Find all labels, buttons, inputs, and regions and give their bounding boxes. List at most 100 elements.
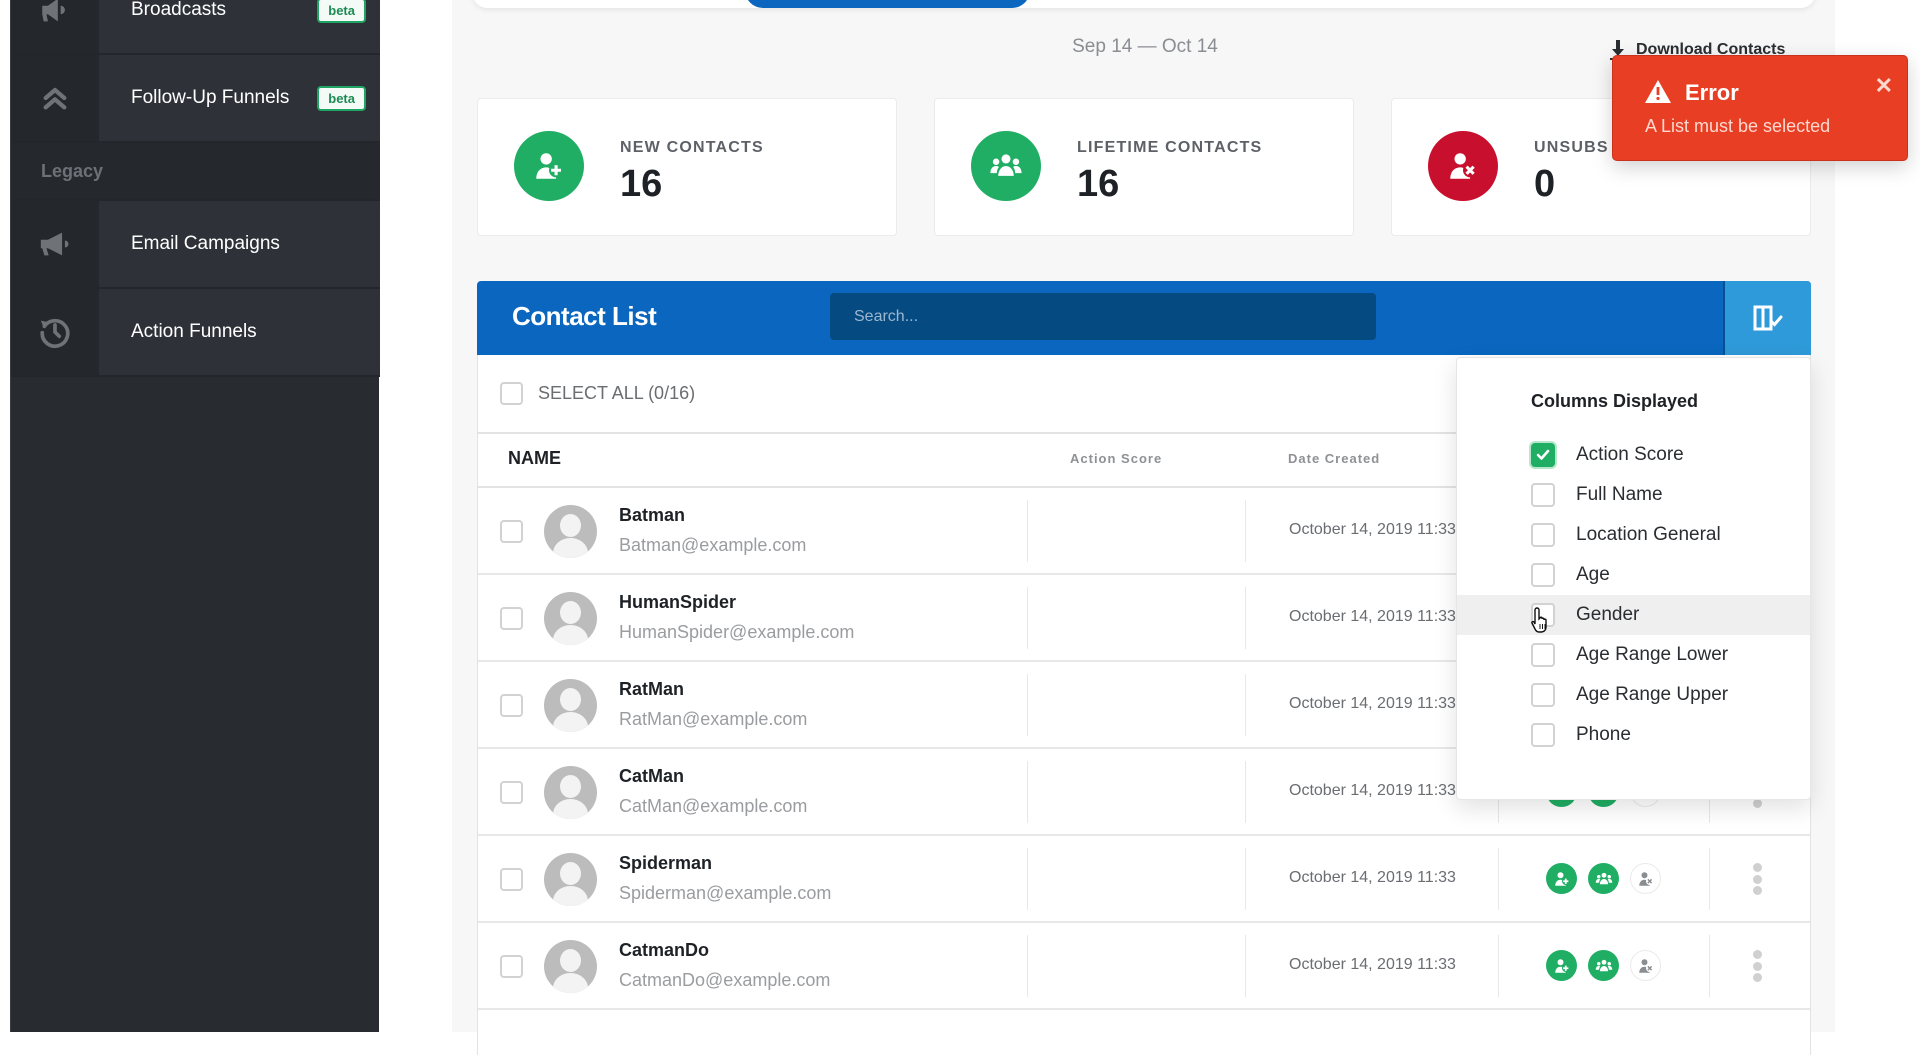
column-option-label: Age Range Upper bbox=[1576, 684, 1729, 705]
more-options-icon[interactable] bbox=[1752, 950, 1762, 982]
stat-value: 16 bbox=[1077, 163, 1120, 205]
column-divider bbox=[1027, 674, 1028, 736]
user-plus-icon bbox=[514, 131, 584, 201]
toast-title: Error bbox=[1685, 80, 1739, 105]
active-tab[interactable] bbox=[745, 0, 1030, 8]
column-option[interactable]: Phone bbox=[1457, 715, 1810, 755]
column-checkbox[interactable] bbox=[1531, 643, 1555, 667]
column-option-label: Action Score bbox=[1576, 444, 1684, 465]
sidebar-item-label: Email Campaigns bbox=[131, 233, 280, 254]
column-divider bbox=[1027, 587, 1028, 649]
date-created: October 14, 2019 11:33 bbox=[1289, 521, 1456, 538]
column-checkbox[interactable] bbox=[1531, 483, 1555, 507]
column-option-label: Location General bbox=[1576, 524, 1721, 545]
row-checkbox[interactable] bbox=[500, 955, 523, 978]
column-checkbox-checked[interactable] bbox=[1531, 443, 1555, 467]
close-icon[interactable]: ✕ bbox=[1875, 73, 1893, 99]
beta-badge: beta bbox=[317, 0, 366, 23]
toast-message: A List must be selected bbox=[1645, 116, 1831, 136]
users-icon bbox=[971, 131, 1041, 201]
contact-name[interactable]: RatMan bbox=[619, 679, 684, 700]
contact-email: Batman@example.com bbox=[619, 535, 807, 555]
table-row[interactable]: CatmanDo CatmanDo@example.com October 14, … bbox=[478, 923, 1810, 1010]
column-option[interactable]: Action Score bbox=[1457, 435, 1810, 475]
column-option[interactable]: Location General bbox=[1457, 515, 1810, 555]
row-checkbox[interactable] bbox=[500, 520, 523, 543]
contact-name[interactable]: Spiderman bbox=[619, 853, 712, 874]
sidebar-item-email-campaigns[interactable]: Email Campaigns bbox=[11, 201, 380, 289]
contact-email: RatMan@example.com bbox=[619, 709, 808, 729]
select-all-label: SELECT ALL (0/16) bbox=[538, 383, 696, 403]
column-checkbox[interactable] bbox=[1531, 563, 1555, 587]
contact-name[interactable]: CatmanDo bbox=[619, 940, 709, 961]
stat-card-new-contacts: NEW CONTACTS 16 bbox=[477, 98, 897, 236]
columns-toggle-button[interactable] bbox=[1723, 281, 1811, 355]
column-option[interactable]: Age bbox=[1457, 555, 1810, 595]
beta-badge: beta bbox=[317, 85, 366, 111]
column-checkbox[interactable] bbox=[1531, 523, 1555, 547]
warning-icon bbox=[1645, 80, 1671, 103]
column-divider bbox=[1709, 848, 1710, 910]
column-divider bbox=[1245, 674, 1246, 736]
column-divider bbox=[1027, 848, 1028, 910]
more-options-icon[interactable] bbox=[1752, 863, 1762, 895]
user-x-icon bbox=[1428, 131, 1498, 201]
column-divider bbox=[1027, 761, 1028, 823]
sidebar-item-broadcasts[interactable]: Broadcasts beta bbox=[11, 0, 380, 55]
avatar bbox=[544, 853, 597, 906]
contact-email: CatMan@example.com bbox=[619, 796, 808, 816]
row-checkbox[interactable] bbox=[500, 607, 523, 630]
column-header-name[interactable]: NAME bbox=[508, 448, 561, 469]
date-created: October 14, 2019 11:33 bbox=[1289, 956, 1456, 973]
bullhorn-icon bbox=[11, 0, 99, 53]
stat-label: NEW CONTACTS bbox=[620, 139, 764, 156]
column-header-action-score[interactable]: Action Score bbox=[1070, 451, 1162, 466]
contact-search-input[interactable] bbox=[830, 293, 1376, 340]
sidebar-section-legacy: Legacy bbox=[11, 143, 380, 201]
contact-email: HumanSpider@example.com bbox=[619, 622, 855, 642]
contact-name[interactable]: Batman bbox=[619, 505, 685, 526]
error-toast: Error A List must be selected ✕ bbox=[1612, 55, 1908, 161]
date-range: Sep 14 — Oct 14 bbox=[1072, 36, 1218, 57]
column-option-label: Gender bbox=[1576, 604, 1640, 625]
row-checkbox[interactable] bbox=[500, 694, 523, 717]
avatar bbox=[544, 592, 597, 645]
new-contact-badge-icon bbox=[1546, 950, 1577, 981]
column-option[interactable]: Age Range Upper bbox=[1457, 675, 1810, 715]
column-option[interactable]: Full Name bbox=[1457, 475, 1810, 515]
megaphone-icon bbox=[11, 201, 99, 287]
column-divider bbox=[1027, 500, 1028, 562]
column-checkbox[interactable] bbox=[1531, 683, 1555, 707]
history-icon bbox=[11, 289, 99, 375]
date-created: October 14, 2019 11:33 bbox=[1289, 608, 1456, 625]
unsubscribed-badge-icon bbox=[1630, 863, 1661, 894]
column-option-label: Phone bbox=[1576, 724, 1631, 745]
table-row[interactable]: Spiderman Spiderman@example.com October 14… bbox=[478, 836, 1810, 923]
contact-list-title: Contact List bbox=[512, 301, 657, 331]
avatar bbox=[544, 766, 597, 819]
column-option[interactable]: Gender bbox=[1457, 595, 1810, 635]
stat-label: LIFETIME CONTACTS bbox=[1077, 139, 1263, 156]
column-divider bbox=[1245, 761, 1246, 823]
row-checkbox[interactable] bbox=[500, 868, 523, 891]
column-checkbox[interactable] bbox=[1531, 723, 1555, 747]
contact-email: CatmanDo@example.com bbox=[619, 970, 831, 990]
stat-label: UNSUBS bbox=[1534, 139, 1609, 156]
avatar bbox=[544, 679, 597, 732]
sidebar-item-follow-up-funnels[interactable]: Follow-Up Funnels beta bbox=[11, 55, 380, 143]
avatar bbox=[544, 940, 597, 993]
column-option[interactable]: Age Range Lower bbox=[1457, 635, 1810, 675]
contact-name[interactable]: CatMan bbox=[619, 766, 684, 787]
select-all-checkbox[interactable] bbox=[500, 382, 523, 405]
avatar bbox=[544, 505, 597, 558]
column-divider bbox=[1027, 935, 1028, 997]
sidebar-item-action-funnels[interactable]: Action Funnels bbox=[11, 289, 380, 377]
column-divider bbox=[1245, 848, 1246, 910]
column-option-label: Age Range Lower bbox=[1576, 644, 1729, 665]
stat-card-lifetime-contacts: LIFETIME CONTACTS 16 bbox=[934, 98, 1354, 236]
column-header-date-created[interactable]: Date Created bbox=[1288, 451, 1380, 466]
contact-name[interactable]: HumanSpider bbox=[619, 592, 736, 613]
row-checkbox[interactable] bbox=[500, 781, 523, 804]
sidebar-item-label: Action Funnels bbox=[131, 321, 257, 342]
columns-dropdown-title: Columns Displayed bbox=[1531, 391, 1699, 411]
